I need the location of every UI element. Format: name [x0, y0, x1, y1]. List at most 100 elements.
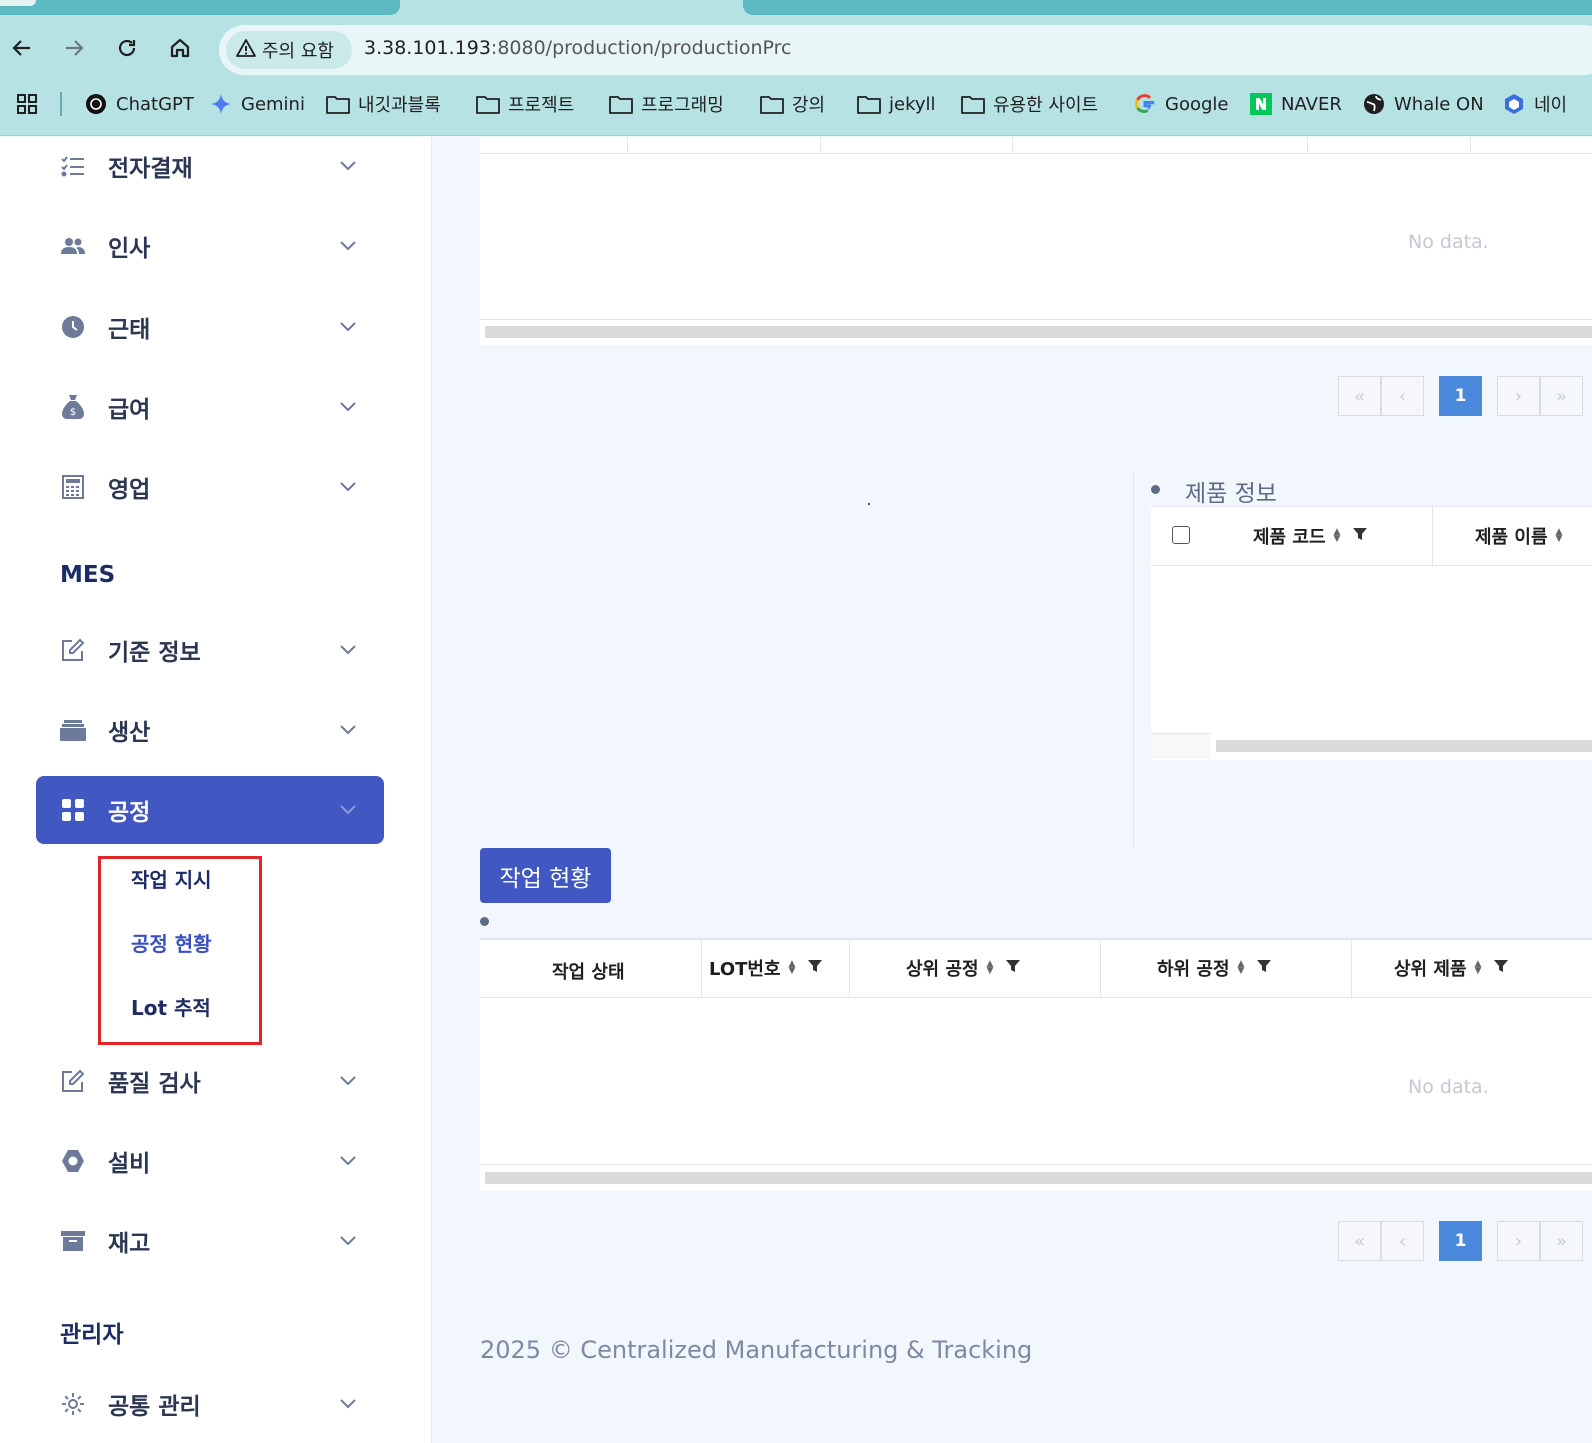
- chevron-down-icon: [338, 640, 358, 660]
- filter-icon[interactable]: [1493, 958, 1509, 979]
- bookmark-gemini[interactable]: Gemini: [209, 91, 305, 117]
- product-info-title: 제품 정보: [1185, 481, 1277, 507]
- sidebar-item-production[interactable]: 생산: [36, 696, 384, 764]
- sidebar-item-sales[interactable]: 영업: [36, 453, 384, 521]
- column-label: 상위 공정: [906, 959, 979, 980]
- security-chip-label: 주의 요함: [262, 41, 334, 62]
- bookmark-folder[interactable]: 유용한 사이트: [961, 91, 1098, 117]
- sidebar-item-inventory[interactable]: 재고: [36, 1207, 384, 1275]
- column-header-child-process[interactable]: 하위 공정 ▲ ▼: [1157, 955, 1272, 981]
- sort-icon[interactable]: ▲ ▼: [1238, 960, 1245, 976]
- table-header-divider: [480, 153, 1592, 154]
- pagination-last[interactable]: »: [1540, 1221, 1583, 1261]
- bookmark-label: 프로그래밍: [641, 95, 724, 116]
- apps-icon[interactable]: [16, 91, 38, 117]
- bookmark-label: jekyll: [889, 93, 936, 115]
- column-divider: [820, 137, 821, 153]
- archive-icon: [60, 1228, 86, 1254]
- pagination-prev[interactable]: ‹: [1381, 1221, 1424, 1261]
- pagination-next[interactable]: ›: [1497, 1221, 1540, 1261]
- select-all-checkbox[interactable]: [1172, 526, 1190, 544]
- horizontal-scrollbar[interactable]: [1216, 740, 1592, 752]
- bookmark-chatgpt[interactable]: ChatGPT: [84, 91, 194, 117]
- column-header-product-name[interactable]: 제품 이름 ▲ ▼: [1475, 523, 1562, 549]
- browser-tab-corner: [0, 0, 36, 6]
- filter-icon[interactable]: [1005, 958, 1021, 979]
- column-header-parent-process[interactable]: 상위 공정 ▲ ▼: [906, 955, 1021, 981]
- browser-tab-right[interactable]: [743, 0, 1592, 15]
- svg-text:$: $: [70, 407, 76, 418]
- sidebar-item-payroll[interactable]: $ 급여: [36, 373, 384, 441]
- pagination-page[interactable]: 1: [1439, 376, 1482, 416]
- section-divider: [1133, 470, 1134, 848]
- bookmark-whale[interactable]: Whale ON: [1362, 91, 1484, 117]
- column-header-work-state[interactable]: 작업 상태: [552, 958, 625, 984]
- column-header-lot-number[interactable]: LOT번호 ▲ ▼: [709, 955, 823, 981]
- sidebar-item-equipment[interactable]: 설비: [36, 1127, 384, 1195]
- sidebar-item-common-admin[interactable]: 공통 관리: [36, 1370, 384, 1438]
- horizontal-scrollbar[interactable]: [485, 326, 1592, 338]
- column-divider: [701, 940, 702, 997]
- sort-icon[interactable]: ▲ ▼: [1556, 528, 1563, 544]
- sort-icon[interactable]: ▲ ▼: [789, 960, 796, 976]
- bookmark-label: Google: [1165, 93, 1229, 115]
- bookmark-google[interactable]: Google: [1133, 91, 1228, 117]
- pagination-next[interactable]: ›: [1497, 376, 1540, 416]
- work-status-button[interactable]: 작업 현황: [480, 848, 611, 903]
- warning-icon: [236, 38, 256, 62]
- column-header-parent-product[interactable]: 상위 제품 ▲ ▼: [1394, 955, 1509, 981]
- pagination-last[interactable]: »: [1540, 376, 1583, 416]
- bookmark-label: 네이: [1534, 95, 1568, 116]
- chevron-down-icon: [338, 317, 358, 337]
- sort-icon[interactable]: ▲ ▼: [1334, 528, 1341, 544]
- browser-tab-left[interactable]: [0, 0, 400, 15]
- filter-icon[interactable]: [1256, 958, 1272, 979]
- sidebar-item-label: 공통 관리: [108, 1394, 201, 1420]
- table-body-divider: [480, 1164, 1592, 1165]
- pagination-prev[interactable]: ‹: [1381, 376, 1424, 416]
- column-divider: [1432, 506, 1433, 565]
- pagination-page[interactable]: 1: [1439, 1221, 1482, 1261]
- column-divider: [1470, 137, 1471, 153]
- table-body-divider: [480, 319, 1592, 320]
- sidebar-item-hr[interactable]: 인사: [36, 212, 384, 280]
- bookmark-label: Gemini: [241, 93, 305, 115]
- filter-icon[interactable]: [807, 958, 823, 979]
- forward-icon[interactable]: [56, 30, 92, 66]
- pagination-first[interactable]: «: [1338, 1221, 1381, 1261]
- sidebar-item-process[interactable]: 공정: [36, 776, 384, 844]
- bookmark-naver[interactable]: NAVER: [1249, 91, 1342, 117]
- bookmark-label: ChatGPT: [116, 93, 194, 115]
- security-warning-chip[interactable]: 주의 요함: [226, 31, 352, 69]
- pagination-first[interactable]: «: [1338, 376, 1381, 416]
- bookmark-folder[interactable]: 강의: [760, 91, 825, 117]
- bookmark-folder[interactable]: 프로그래밍: [609, 91, 724, 117]
- google-icon: [1133, 93, 1157, 115]
- sidebar-item-label: 급여: [108, 397, 151, 423]
- home-icon[interactable]: [162, 30, 198, 66]
- back-icon[interactable]: [4, 30, 40, 66]
- bookmark-folder[interactable]: 프로젝트: [476, 91, 574, 117]
- section-title-mes: MES: [60, 562, 116, 588]
- column-header-product-code[interactable]: 제품 코드 ▲ ▼: [1253, 523, 1368, 549]
- section-title-admin: 관리자: [60, 1322, 124, 1348]
- sidebar-item-master-data[interactable]: 기준 정보: [36, 616, 384, 684]
- column-divider: [1100, 940, 1101, 997]
- sidebar-item-approval[interactable]: 전자결재: [36, 132, 384, 200]
- sort-icon[interactable]: ▲ ▼: [1475, 960, 1482, 976]
- sidebar-item-quality[interactable]: 품질 검사: [36, 1047, 384, 1115]
- chevron-down-icon: [338, 156, 358, 176]
- url-text[interactable]: 3.38.101.193:8080/production/productionP…: [364, 37, 792, 59]
- chevron-down-icon: [338, 1151, 358, 1171]
- table-header-divider: [1151, 565, 1592, 566]
- bookmark-navi[interactable]: 네이: [1502, 91, 1567, 117]
- empty-text: No data.: [1408, 1076, 1489, 1098]
- bookmark-folder[interactable]: jekyll: [857, 91, 936, 117]
- sidebar-item-attendance[interactable]: 근태: [36, 293, 384, 361]
- horizontal-scrollbar[interactable]: [485, 1172, 1592, 1184]
- filter-icon[interactable]: [1352, 526, 1368, 547]
- sort-icon[interactable]: ▲ ▼: [987, 960, 994, 976]
- bullet-icon: [480, 917, 489, 926]
- bookmark-folder[interactable]: 내깃과블록: [326, 91, 441, 117]
- reload-icon[interactable]: [109, 30, 145, 66]
